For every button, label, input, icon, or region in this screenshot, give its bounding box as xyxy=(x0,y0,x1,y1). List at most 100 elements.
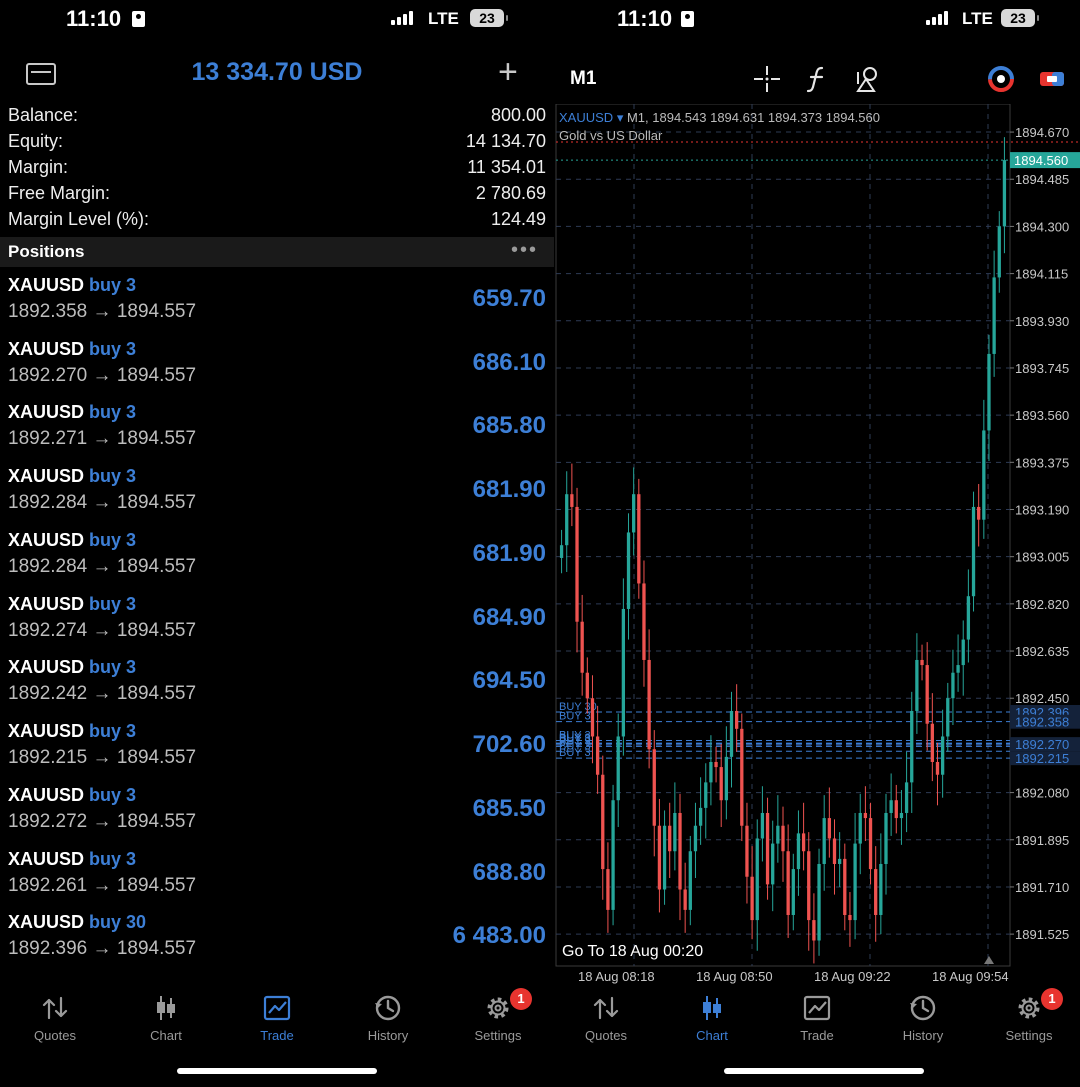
position-row[interactable]: XAUUSD buy 30 1892.396 → 1894.557 6 483.… xyxy=(0,912,554,976)
one-click-trading-icon[interactable] xyxy=(986,64,1016,94)
battery-icon: 23 xyxy=(470,9,508,27)
home-indicator[interactable] xyxy=(177,1068,377,1074)
candle-body xyxy=(719,767,723,801)
settings-badge: 1 xyxy=(510,988,532,1010)
margin-row: Margin: 11 354.01 xyxy=(8,157,546,183)
position-profit: 694.50 xyxy=(472,667,546,694)
tab-settings[interactable]: 1 Settings xyxy=(448,985,548,1055)
y-tick-label: 1892.450 xyxy=(1015,691,1069,706)
free-margin-row: Free Margin: 2 780.69 xyxy=(8,183,546,209)
tab-settings[interactable]: 1 Settings xyxy=(979,985,1079,1055)
margin-value: 11 354.01 xyxy=(467,157,546,177)
candle-body xyxy=(626,532,631,609)
candle-body xyxy=(590,698,595,737)
candle-body xyxy=(930,723,934,762)
chevron-down-icon[interactable]: ▾ xyxy=(617,110,624,125)
crosshair-icon[interactable] xyxy=(752,64,782,94)
position-price-label: 1892.270 xyxy=(1015,737,1069,752)
tab-trade[interactable]: Trade xyxy=(227,985,327,1055)
candle-body xyxy=(688,851,692,910)
tab-quotes[interactable]: Quotes xyxy=(5,985,105,1055)
position-row[interactable]: XAUUSD buy 3 1892.270 → 1894.557 686.10 xyxy=(0,339,554,403)
position-row[interactable]: XAUUSD buy 3 1892.358 → 1894.557 659.70 xyxy=(0,275,554,339)
candle-body xyxy=(781,825,785,852)
margin-level-row: Margin Level (%): 124.49 xyxy=(8,209,546,235)
position-profit: 684.90 xyxy=(472,604,546,631)
goto-hint[interactable]: Go To 18 Aug 00:20 xyxy=(562,943,703,961)
arrow-right-icon: → xyxy=(92,811,112,832)
candle-body xyxy=(874,869,878,915)
settings-icon xyxy=(487,997,509,1019)
candle-body xyxy=(884,812,888,864)
indicators-icon[interactable] xyxy=(802,64,832,94)
y-tick-label: 1892.820 xyxy=(1015,597,1069,612)
position-row[interactable]: XAUUSD buy 3 1892.272 → 1894.557 685.50 xyxy=(0,785,554,849)
balance-label: Balance: xyxy=(8,105,79,125)
position-profit: 659.70 xyxy=(472,285,546,312)
candle-body xyxy=(889,800,893,813)
candle-body xyxy=(817,863,821,941)
position-open-price: 1892.272 xyxy=(8,811,88,832)
y-tick-label: 1891.710 xyxy=(1015,880,1069,895)
position-profit: 688.80 xyxy=(472,859,546,886)
candle-body xyxy=(709,761,713,783)
tab-quotes[interactable]: Quotes xyxy=(556,985,656,1055)
position-row[interactable]: XAUUSD buy 3 1892.284 → 1894.557 681.90 xyxy=(0,530,554,594)
new-order-button[interactable]: + xyxy=(498,52,518,92)
tab-history[interactable]: History xyxy=(873,985,973,1055)
position-profit: 686.10 xyxy=(472,349,546,376)
chart-description: Gold vs US Dollar xyxy=(559,128,663,143)
timeframe-button[interactable]: M1 xyxy=(570,68,596,90)
candle-body xyxy=(868,818,873,870)
candle-body xyxy=(987,353,991,431)
position-current-price: 1894.557 xyxy=(116,428,197,449)
candle-body xyxy=(786,851,790,915)
position-row[interactable]: XAUUSD buy 3 1892.274 → 1894.557 684.90 xyxy=(0,594,554,658)
quotes-icon xyxy=(593,996,619,1020)
trade-panel-icon[interactable] xyxy=(1037,64,1067,94)
tab-label: Settings xyxy=(1005,1028,1053,1043)
candle-body xyxy=(899,812,904,819)
position-row[interactable]: XAUUSD buy 3 1892.261 → 1894.557 688.80 xyxy=(0,849,554,913)
position-symbol: XAUUSD xyxy=(8,339,85,359)
position-current-price: 1894.557 xyxy=(116,620,197,641)
position-side: buy 3 xyxy=(89,530,137,550)
candle-body xyxy=(755,838,759,921)
candle-body xyxy=(961,639,965,666)
candle-body xyxy=(992,277,996,354)
position-row[interactable]: XAUUSD buy 3 1892.242 → 1894.557 694.50 xyxy=(0,657,554,721)
chart-icon xyxy=(157,996,175,1020)
position-row[interactable]: XAUUSD buy 3 1892.284 → 1894.557 681.90 xyxy=(0,466,554,530)
candle-body xyxy=(740,728,744,826)
candle-body xyxy=(843,858,847,915)
home-indicator[interactable] xyxy=(724,1068,924,1074)
candle-body xyxy=(1002,160,1007,227)
tab-history[interactable]: History xyxy=(338,985,438,1055)
candle-body xyxy=(977,506,981,520)
objects-icon[interactable] xyxy=(854,64,884,94)
position-symbol: XAUUSD xyxy=(8,657,85,677)
position-row[interactable]: XAUUSD buy 3 1892.271 → 1894.557 685.80 xyxy=(0,402,554,466)
arrow-right-icon: → xyxy=(92,938,112,959)
arrow-right-icon: → xyxy=(92,556,112,577)
candle-body xyxy=(940,736,945,775)
bid-price-label: 1894.560 xyxy=(1014,153,1068,168)
position-symbol: XAUUSD xyxy=(8,849,85,869)
candle-body xyxy=(611,800,615,910)
more-icon[interactable]: ••• xyxy=(511,239,538,262)
chart-symbol[interactable]: XAUUSD xyxy=(559,110,613,125)
position-row[interactable]: XAUUSD buy 3 1892.215 → 1894.557 702.60 xyxy=(0,721,554,785)
position-open-price: 1892.284 xyxy=(8,492,88,513)
chart-symbol-line: XAUUSD ▾ M1, 1894.543 1894.631 1894.373 … xyxy=(559,110,880,126)
tab-chart[interactable]: Chart xyxy=(662,985,762,1055)
price-chart[interactable]: 1894.670 1894.485 1894.300 1894.115 1893.930… xyxy=(554,104,1080,984)
tab-label: Chart xyxy=(150,1028,182,1043)
candle-body xyxy=(616,736,620,801)
candle-body xyxy=(801,833,806,852)
tab-chart[interactable]: Chart xyxy=(116,985,216,1055)
candle-body xyxy=(621,608,626,737)
tab-trade[interactable]: Trade xyxy=(767,985,867,1055)
candle-body xyxy=(837,858,842,864)
trade-icon xyxy=(263,995,291,1021)
candle-body xyxy=(714,761,718,768)
